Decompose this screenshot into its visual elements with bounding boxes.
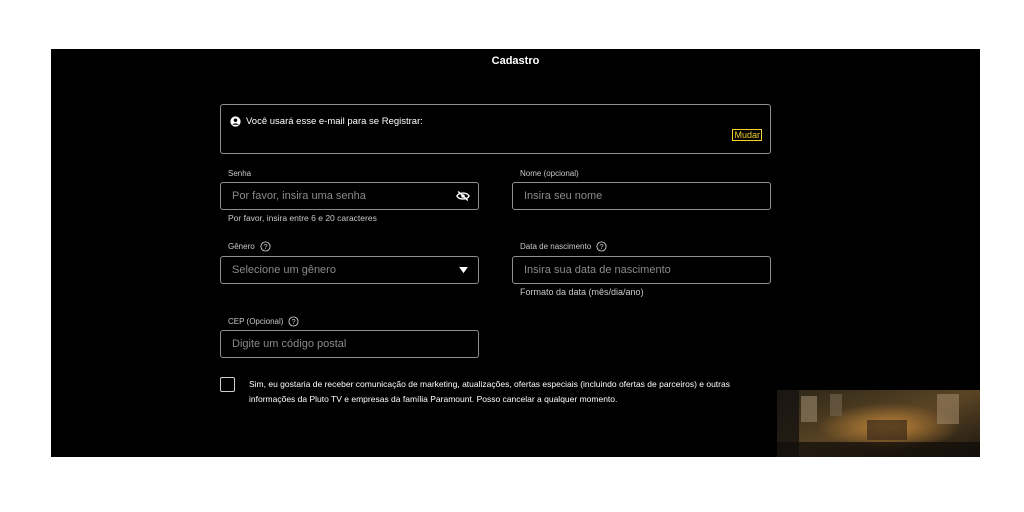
background-video-thumbnail xyxy=(777,390,980,457)
svg-text:?: ? xyxy=(263,242,267,251)
signup-panel: Cadastro Você usará esse e-mail para se … xyxy=(51,49,980,457)
email-notice: Você usará esse e-mail para se Registrar… xyxy=(230,116,423,127)
birthdate-field xyxy=(512,256,771,284)
password-hint: Por favor, insira entre 6 e 20 caractere… xyxy=(228,213,377,223)
name-input[interactable] xyxy=(513,183,770,209)
password-field xyxy=(220,182,479,210)
postal-label: CEP (Opcional) ? xyxy=(228,316,299,327)
name-label: Nome (opcional) xyxy=(520,169,579,178)
svg-text:?: ? xyxy=(292,317,296,326)
page-title: Cadastro xyxy=(491,55,540,67)
birthdate-input[interactable] xyxy=(513,257,770,283)
birthdate-hint: Formato da data (mês/dia/ano) xyxy=(520,287,644,297)
password-input[interactable] xyxy=(221,183,478,209)
email-notice-box: Você usará esse e-mail para se Registrar… xyxy=(220,104,771,154)
eye-slash-icon[interactable] xyxy=(456,190,470,202)
gender-label: Gênero ? xyxy=(228,241,271,252)
password-label: Senha xyxy=(228,169,251,178)
help-circle-icon[interactable]: ? xyxy=(596,241,607,252)
email-notice-text: Você usará esse e-mail para se Registrar… xyxy=(246,116,423,127)
user-circle-icon xyxy=(230,116,241,127)
postal-field xyxy=(220,330,479,358)
gender-select-value: Selecione um gênero xyxy=(232,264,336,276)
gender-label-text: Gênero xyxy=(228,242,255,251)
gender-select[interactable]: Selecione um gênero xyxy=(220,256,479,284)
birthdate-label-text: Data de nascimento xyxy=(520,242,592,251)
birthdate-label: Data de nascimento ? xyxy=(520,241,607,252)
marketing-consent-checkbox[interactable] xyxy=(220,377,235,392)
name-field xyxy=(512,182,771,210)
change-email-link[interactable]: Mudar xyxy=(732,129,762,141)
postal-label-text: CEP (Opcional) xyxy=(228,317,284,326)
caret-down-icon xyxy=(459,267,468,274)
password-label-text: Senha xyxy=(228,169,252,178)
help-circle-icon[interactable]: ? xyxy=(260,241,271,252)
svg-text:?: ? xyxy=(600,242,604,251)
name-label-text: Nome (opcional) xyxy=(520,169,579,178)
help-circle-icon[interactable]: ? xyxy=(288,316,299,327)
marketing-consent-text: Sim, eu gostaria de receber comunicação … xyxy=(249,379,730,404)
postal-input[interactable] xyxy=(221,331,478,357)
